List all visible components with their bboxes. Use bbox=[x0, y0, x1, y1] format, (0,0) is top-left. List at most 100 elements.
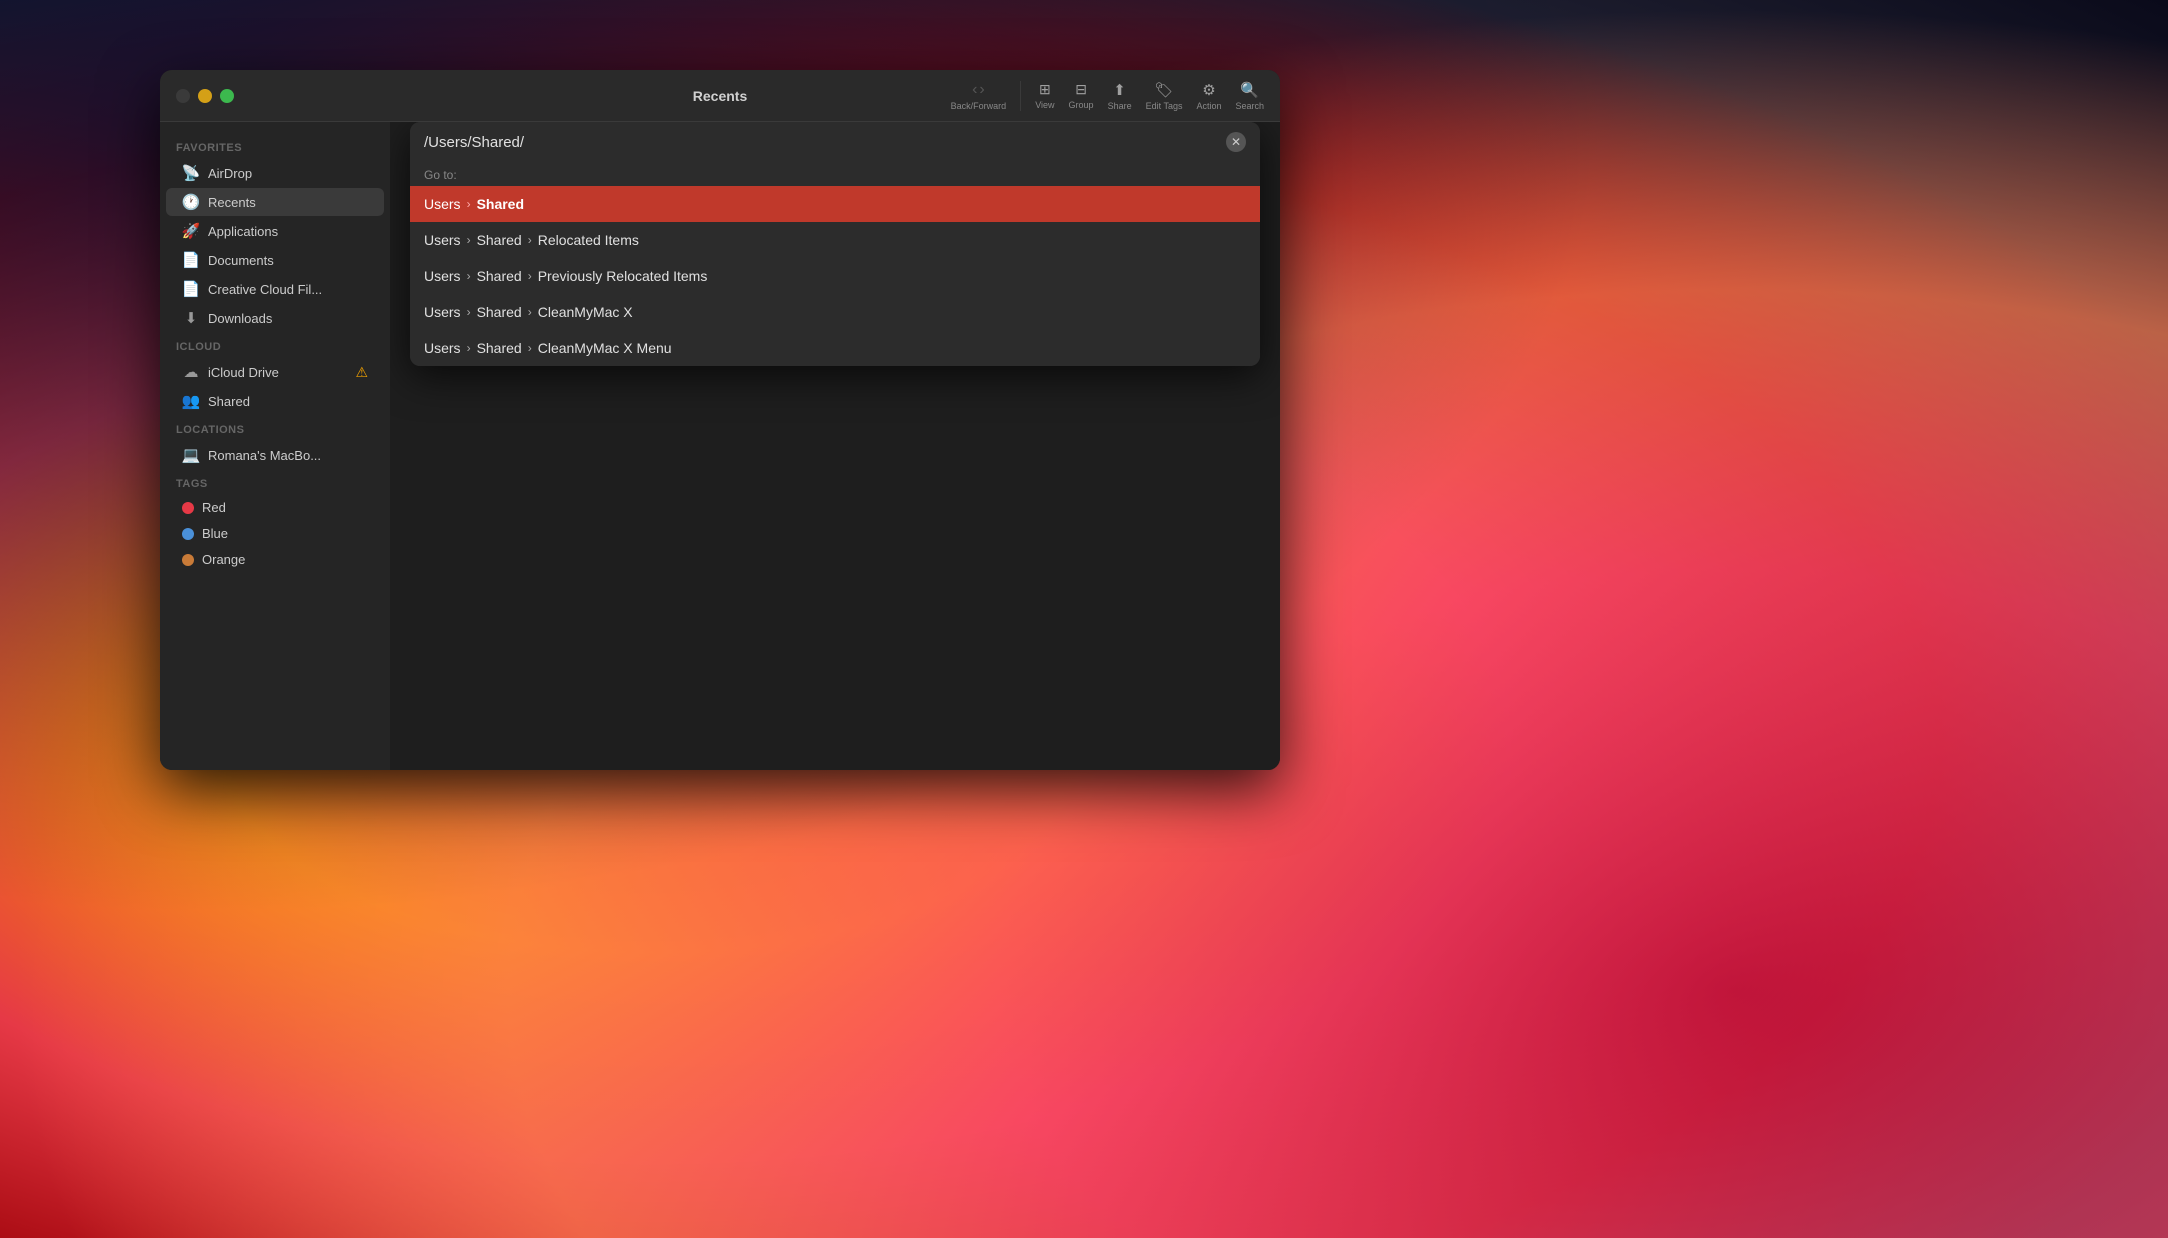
sidebar-item-icloud-drive[interactable]: ☁ iCloud Drive ⚠ bbox=[166, 358, 384, 386]
sidebar-item-airdrop[interactable]: 📡 AirDrop bbox=[166, 159, 384, 187]
locations-section-label: Locations bbox=[160, 416, 390, 440]
sidebar-item-macbook[interactable]: 💻 Romana's MacBo... bbox=[166, 441, 384, 469]
sidebar-item-creative-cloud[interactable]: 📄 Creative Cloud Fil... bbox=[166, 275, 384, 303]
back-icon: ‹ bbox=[972, 81, 977, 99]
group-icon: ⊟ bbox=[1075, 81, 1087, 98]
documents-icon: 📄 bbox=[182, 251, 200, 269]
sidebar-item-recents[interactable]: 🕐 Recents bbox=[166, 188, 384, 216]
blue-label: Blue bbox=[202, 526, 228, 541]
search-icon: 🔍 bbox=[1240, 81, 1259, 99]
icloud-section-label: iCloud bbox=[160, 333, 390, 357]
path-arrow-5b: › bbox=[528, 341, 532, 355]
goto-clear-button[interactable]: ✕ bbox=[1226, 132, 1246, 152]
orange-dot bbox=[182, 554, 194, 566]
group-label: Group bbox=[1069, 100, 1094, 110]
goto-suggestion-users-shared-previously[interactable]: Users › Shared › Previously Relocated It… bbox=[410, 258, 1260, 294]
path-highlight-shared-1: Shared bbox=[477, 196, 524, 212]
edit-tags-label: Edit Tags bbox=[1146, 101, 1183, 111]
toolbar-search[interactable]: 🔍 Search bbox=[1235, 81, 1264, 111]
goto-suggestion-cleanmymac[interactable]: Users › Shared › CleanMyMac X bbox=[410, 294, 1260, 330]
toolbar-action[interactable]: ⚙ Action bbox=[1196, 81, 1221, 111]
recents-label: Recents bbox=[208, 195, 256, 210]
content-area: Today finder-drive-settings finder-setti… bbox=[390, 122, 1280, 770]
sidebar-item-downloads[interactable]: ⬇ Downloads bbox=[166, 304, 384, 332]
toolbar-edit-tags[interactable]: 🏷 Edit Tags bbox=[1146, 81, 1183, 111]
documents-label: Documents bbox=[208, 253, 274, 268]
path-segment-users-4: Users bbox=[424, 304, 461, 320]
path-arrow-2a: › bbox=[467, 233, 471, 247]
goto-input[interactable] bbox=[424, 134, 1218, 151]
sidebar-item-tag-red[interactable]: Red bbox=[166, 495, 384, 520]
orange-label: Orange bbox=[202, 552, 245, 567]
sidebar-item-shared[interactable]: 👥 Shared bbox=[166, 387, 384, 415]
path-segment-cleanmymac: CleanMyMac X bbox=[538, 304, 633, 320]
share-icon: ⬆ bbox=[1113, 81, 1126, 99]
forward-icon: › bbox=[979, 81, 984, 99]
window-title: Recents bbox=[693, 88, 747, 104]
view-icon: ⊞ bbox=[1039, 81, 1051, 98]
toolbar-share[interactable]: ⬆ Share bbox=[1108, 81, 1132, 111]
path-segment-shared-2: Shared bbox=[477, 232, 522, 248]
downloads-label: Downloads bbox=[208, 311, 272, 326]
path-arrow-4b: › bbox=[528, 305, 532, 319]
creative-cloud-label: Creative Cloud Fil... bbox=[208, 282, 322, 297]
goto-suggestions: Go to: Users › Shared Users › Shared › R… bbox=[410, 162, 1260, 366]
path-segment-shared-4: Shared bbox=[477, 304, 522, 320]
macbook-label: Romana's MacBo... bbox=[208, 448, 321, 463]
macbook-icon: 💻 bbox=[182, 446, 200, 464]
tags-section-label: Tags bbox=[160, 470, 390, 494]
applications-icon: 🚀 bbox=[182, 222, 200, 240]
sidebar-item-applications[interactable]: 🚀 Applications bbox=[166, 217, 384, 245]
close-button[interactable] bbox=[176, 89, 190, 103]
path-segment-previously-relocated: Previously Relocated Items bbox=[538, 268, 708, 284]
back-forward-label: Back/Forward bbox=[951, 101, 1007, 111]
favorites-section-label: Favorites bbox=[160, 134, 390, 158]
path-arrow-4a: › bbox=[467, 305, 471, 319]
airdrop-icon: 📡 bbox=[182, 164, 200, 182]
shared-icon: 👥 bbox=[182, 392, 200, 410]
path-arrow-1: › bbox=[467, 197, 471, 211]
toolbar-group-btn[interactable]: ⊟ Group bbox=[1069, 81, 1094, 110]
path-segment-cleanmymac-menu: CleanMyMac X Menu bbox=[538, 340, 672, 356]
recents-icon: 🕐 bbox=[182, 193, 200, 211]
path-segment-users-2: Users bbox=[424, 232, 461, 248]
goto-suggestion-users-shared-relocated[interactable]: Users › Shared › Relocated Items bbox=[410, 222, 1260, 258]
goto-label: Go to: bbox=[410, 162, 1260, 186]
path-segment-relocated: Relocated Items bbox=[538, 232, 639, 248]
toolbar-back-forward[interactable]: ‹ › Back/Forward bbox=[951, 81, 1007, 111]
path-arrow-5a: › bbox=[467, 341, 471, 355]
creative-cloud-icon: 📄 bbox=[182, 280, 200, 298]
path-arrow-3b: › bbox=[528, 269, 532, 283]
path-segment-shared-5: Shared bbox=[477, 340, 522, 356]
search-label: Search bbox=[1235, 101, 1264, 111]
icloud-drive-warning: ⚠ bbox=[355, 364, 368, 381]
maximize-button[interactable] bbox=[220, 89, 234, 103]
view-label: View bbox=[1035, 100, 1054, 110]
path-segment-users-3: Users bbox=[424, 268, 461, 284]
path-segment-users-5: Users bbox=[424, 340, 461, 356]
sidebar: Favorites 📡 AirDrop 🕐 Recents 🚀 Applicat… bbox=[160, 122, 390, 770]
titlebar: Recents ‹ › Back/Forward ⊞ View ⊟ Group bbox=[160, 70, 1280, 122]
icloud-drive-label: iCloud Drive bbox=[208, 365, 279, 380]
red-label: Red bbox=[202, 500, 226, 515]
path-segment-shared-3: Shared bbox=[477, 268, 522, 284]
action-label: Action bbox=[1196, 101, 1221, 111]
minimize-button[interactable] bbox=[198, 89, 212, 103]
sidebar-item-tag-orange[interactable]: Orange bbox=[166, 547, 384, 572]
goto-suggestion-users-shared[interactable]: Users › Shared bbox=[410, 186, 1260, 222]
share-label: Share bbox=[1108, 101, 1132, 111]
airdrop-label: AirDrop bbox=[208, 166, 252, 181]
icloud-drive-icon: ☁ bbox=[182, 363, 200, 381]
toolbar-view[interactable]: ⊞ View bbox=[1035, 81, 1054, 110]
goto-suggestion-cleanmymac-menu[interactable]: Users › Shared › CleanMyMac X Menu bbox=[410, 330, 1260, 366]
sidebar-item-tag-blue[interactable]: Blue bbox=[166, 521, 384, 546]
titlebar-center: Recents bbox=[693, 88, 747, 104]
edit-tags-icon: 🏷 bbox=[1155, 81, 1174, 99]
blue-dot bbox=[182, 528, 194, 540]
goto-input-row: ✕ bbox=[410, 122, 1260, 162]
sidebar-item-documents[interactable]: 📄 Documents bbox=[166, 246, 384, 274]
finder-body: Favorites 📡 AirDrop 🕐 Recents 🚀 Applicat… bbox=[160, 122, 1280, 770]
applications-label: Applications bbox=[208, 224, 278, 239]
finder-window: Recents ‹ › Back/Forward ⊞ View ⊟ Group bbox=[160, 70, 1280, 770]
goto-dialog: ✕ Go to: Users › Shared Users › Shared bbox=[410, 122, 1260, 366]
